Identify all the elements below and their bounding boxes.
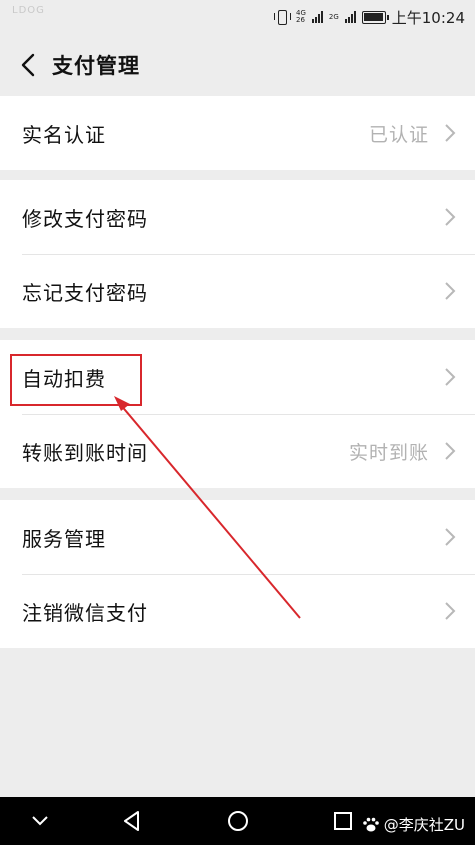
chevron-right-icon <box>445 368 456 386</box>
nav-collapse-icon[interactable] <box>30 813 50 829</box>
nav-back-icon[interactable] <box>120 809 144 833</box>
chevron-right-icon <box>445 208 456 226</box>
network-type-2: 2G <box>328 12 339 21</box>
status-left-text: LDOG <box>12 5 45 16</box>
signal-icon-2 <box>344 11 356 23</box>
group-identity: 实名认证 已认证 <box>0 96 475 170</box>
group-service: 服务管理 注销微信支付 <box>0 500 475 648</box>
row-real-name-verification[interactable]: 实名认证 已认证 <box>0 96 475 170</box>
status-icons: 4G 26 2G 上午10:24 <box>273 7 465 27</box>
header-bar: 支付管理 <box>0 34 475 96</box>
row-label: 转账到账时间 <box>22 440 148 465</box>
highlight-box <box>10 354 142 406</box>
vibrate-icon <box>273 10 291 25</box>
network-type: 4G 26 <box>296 10 306 24</box>
nav-recents-icon[interactable] <box>332 810 354 832</box>
row-value: 实时到账 <box>348 441 429 464</box>
watermark: @李庆社ZU <box>362 814 465 835</box>
row-change-password[interactable]: 修改支付密码 <box>0 180 475 254</box>
row-label: 注销微信支付 <box>22 600 148 625</box>
row-forgot-password[interactable]: 忘记支付密码 <box>0 254 475 328</box>
chevron-right-icon <box>445 602 456 620</box>
chevron-right-icon <box>445 282 456 300</box>
row-value: 已认证 <box>368 123 429 146</box>
back-icon[interactable] <box>16 51 44 79</box>
row-deactivate-wechat-pay[interactable]: 注销微信支付 <box>0 574 475 648</box>
row-label: 修改支付密码 <box>22 206 148 231</box>
signal-icon <box>311 11 323 23</box>
watermark-text: @李庆社ZU <box>383 816 465 834</box>
row-label: 服务管理 <box>22 526 106 551</box>
status-time: 上午10:24 <box>391 8 465 27</box>
chevron-right-icon <box>445 528 456 546</box>
row-label: 忘记支付密码 <box>22 280 148 305</box>
status-bar: LDOG 4G 26 2G 上午10:24 <box>0 0 475 34</box>
row-label: 实名认证 <box>22 122 106 147</box>
chevron-right-icon <box>445 124 456 142</box>
chevron-right-icon <box>445 442 456 460</box>
paw-logo-icon <box>362 817 379 831</box>
page-title: 支付管理 <box>52 54 140 78</box>
group-password: 修改支付密码 忘记支付密码 <box>0 180 475 328</box>
nav-home-icon[interactable] <box>226 809 250 833</box>
battery-icon <box>361 10 389 24</box>
row-transfer-arrival-time[interactable]: 转账到账时间 实时到账 <box>0 414 475 488</box>
row-service-management[interactable]: 服务管理 <box>0 500 475 574</box>
network-type-bottom: 26 <box>295 16 305 24</box>
